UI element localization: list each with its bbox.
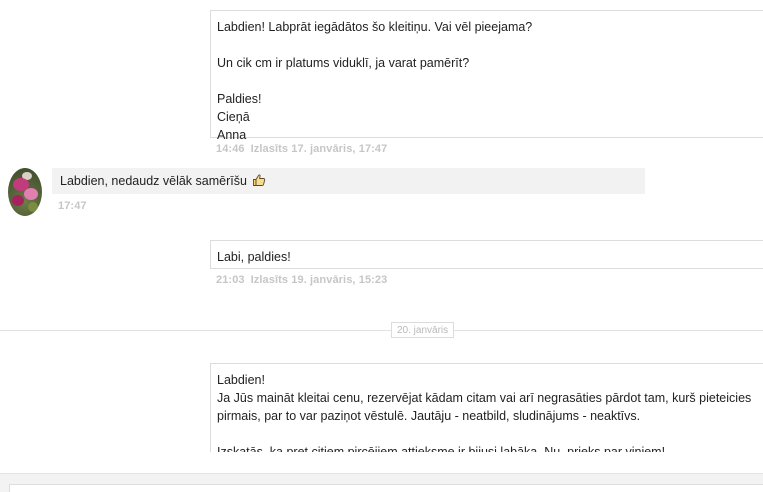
- message-meta: 21:03 Izlasīts 19. janvāris, 15:23: [216, 274, 393, 286]
- message-meta: 14:46 Izlasīts 17. janvāris, 17:47: [216, 143, 393, 155]
- read-receipt: Izlasīts 17. janvāris, 17:47: [250, 143, 388, 155]
- message-text: Labdien! Labprāt iegādātos šo kleitiņu. …: [217, 20, 533, 142]
- incoming-message: Labdien, nedaudz vēlāk samērīšu: [52, 168, 645, 194]
- message-time: 17:47: [58, 200, 87, 212]
- message-text: Labdien, nedaudz vēlāk samērīšu: [60, 174, 247, 188]
- message-text: Labi, paldies!: [217, 250, 291, 264]
- composer-bar: [0, 473, 763, 492]
- message-time: 21:03: [216, 274, 245, 286]
- message-text: Labdien! Ja Jūs maināt kleitai cenu, rez…: [217, 373, 752, 452]
- message-meta: 17:47: [58, 200, 93, 212]
- avatar[interactable]: [8, 168, 42, 216]
- read-receipt: Izlasīts 19. janvāris, 15:23: [250, 274, 388, 286]
- date-label: 20. janvāris: [391, 322, 455, 338]
- outgoing-message: Labi, paldies!: [210, 240, 763, 269]
- chat-thread: Labdien! Labprāt iegādātos šo kleitiņu. …: [0, 0, 763, 492]
- thumbs-up-icon: [252, 170, 266, 196]
- message-time: 14:46: [216, 143, 245, 155]
- outgoing-message: Labdien! Labprāt iegādātos šo kleitiņu. …: [210, 10, 763, 142]
- date-divider: [0, 330, 763, 331]
- message-input[interactable]: [9, 484, 763, 492]
- outgoing-message: Labdien! Ja Jūs maināt kleitai cenu, rez…: [210, 363, 763, 452]
